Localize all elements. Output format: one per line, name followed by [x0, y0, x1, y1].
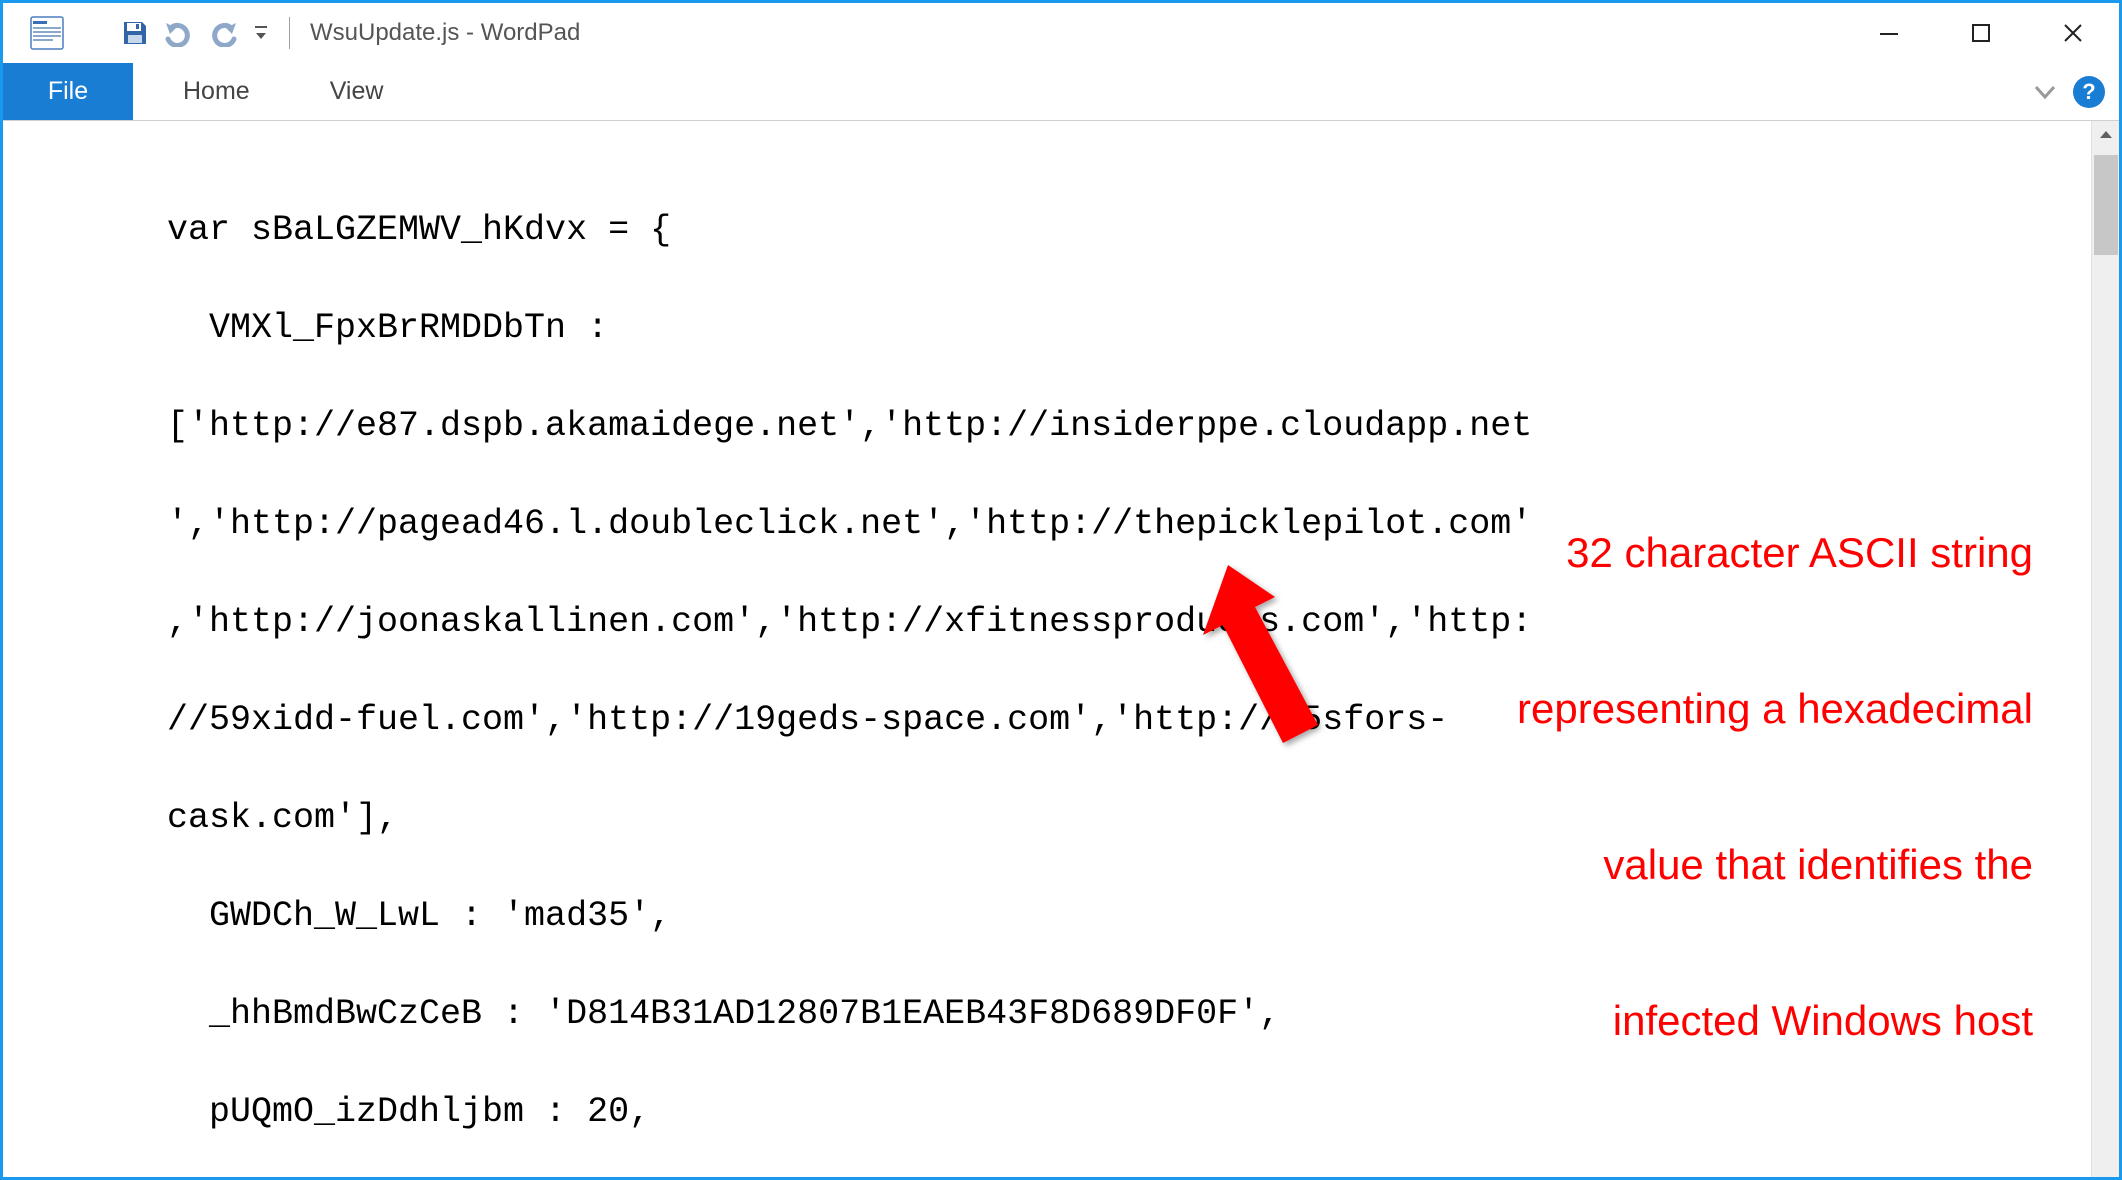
window-controls — [1843, 3, 2119, 63]
wordpad-app-icon — [25, 11, 69, 55]
document-content[interactable]: var sBaLGZEMWV_hKdvx = { VMXl_FpxBrRMDDb… — [3, 121, 2091, 1177]
annotation-line: 32 character ASCII string — [1517, 527, 2033, 579]
vertical-scrollbar[interactable] — [2091, 121, 2119, 1177]
annotation-text: 32 character ASCII string representing a… — [1517, 423, 2033, 1151]
tab-file[interactable]: File — [3, 63, 133, 120]
window-title: WsuUpdate.js - WordPad — [310, 19, 580, 47]
ribbon-tabs: File Home View ? — [3, 63, 2119, 121]
tab-view[interactable]: View — [290, 63, 424, 120]
close-button[interactable] — [2027, 3, 2119, 63]
scroll-thumb[interactable] — [2094, 155, 2118, 255]
help-button[interactable]: ? — [2073, 76, 2105, 108]
tab-home[interactable]: Home — [143, 63, 290, 120]
save-button[interactable] — [113, 11, 157, 55]
annotation-line: representing a hexadecimal — [1517, 683, 2033, 735]
separator — [289, 17, 290, 49]
quick-access-toolbar — [113, 11, 273, 55]
ribbon-right-controls: ? — [2025, 63, 2111, 121]
scroll-up-button[interactable] — [2092, 121, 2119, 149]
undo-button[interactable] — [157, 11, 201, 55]
document-area: var sBaLGZEMWV_hKdvx = { VMXl_FpxBrRMDDb… — [3, 121, 2119, 1177]
maximize-button[interactable] — [1935, 3, 2027, 63]
annotation-line: infected Windows host — [1517, 995, 2033, 1047]
annotation-line: value that identifies the — [1517, 839, 2033, 891]
minimize-button[interactable] — [1843, 3, 1935, 63]
qat-customize-dropdown[interactable] — [249, 11, 273, 55]
title-bar: WsuUpdate.js - WordPad — [3, 3, 2119, 63]
code-line: var sBaLGZEMWV_hKdvx = { — [167, 206, 2091, 255]
collapse-ribbon-button[interactable] — [2025, 72, 2065, 112]
redo-button[interactable] — [201, 11, 245, 55]
code-line: VMXl_FpxBrRMDDbTn : — [167, 304, 2091, 353]
